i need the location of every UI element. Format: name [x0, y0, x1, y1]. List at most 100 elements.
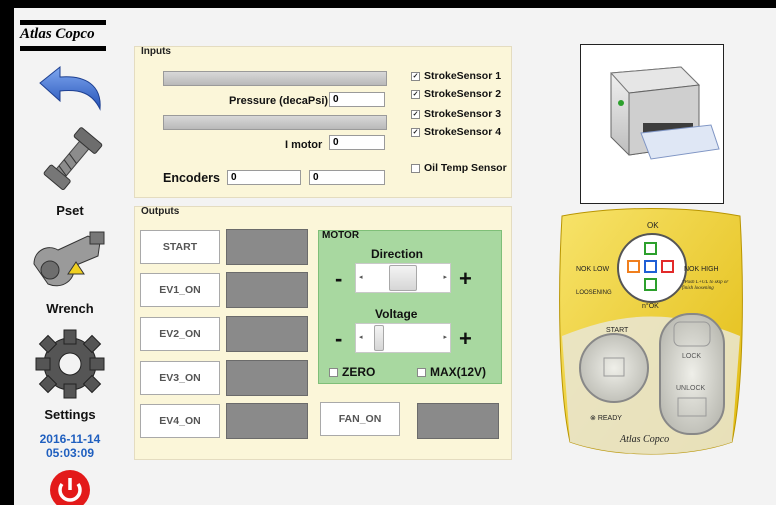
checkbox-label: StrokeSensor 4: [424, 126, 502, 138]
loosening-note: *Push L+UL to skip or finish loosening: [682, 280, 729, 291]
stroke-sensor-1-checkbox[interactable]: ✓ StrokeSensor 1: [411, 70, 501, 82]
stroke-sensor-4-checkbox[interactable]: ✓ StrokeSensor 4: [411, 126, 501, 138]
nok-high-label: NOK HIGH: [684, 266, 719, 273]
checkbox-label: MAX(12V): [430, 365, 487, 379]
slider-right-arrow: ▸: [443, 274, 447, 281]
sidebar-item-label: Settings: [44, 407, 96, 422]
slider-left-arrow: ◂: [359, 274, 363, 281]
voltage-slider[interactable]: ◂ ▸: [355, 323, 451, 353]
motor-title: MOTOR: [322, 230, 360, 241]
direction-label: Direction: [371, 247, 424, 261]
sidebar-item-label: Wrench: [46, 301, 94, 316]
start-indicator: [226, 229, 308, 265]
wrench-icon: [33, 231, 105, 287]
time-text: 05:03:09: [45, 446, 95, 460]
start-button[interactable]: START: [140, 230, 220, 264]
sidebar: Atlas Copco Pset Wrench Settings 2016-11…: [14, 8, 126, 505]
imotor-bar: [163, 115, 387, 130]
voltage-plus-button[interactable]: +: [459, 328, 472, 350]
voltage-thumb[interactable]: [374, 325, 384, 351]
logo-rule-top: [20, 20, 106, 25]
date-text: 2016-11-14: [39, 432, 101, 446]
sidebar-item-wrench[interactable]: Wrench: [14, 226, 126, 316]
outputs-title: Outputs: [141, 206, 180, 217]
ev4-indicator: [226, 403, 308, 439]
top-bar: [0, 0, 776, 8]
encoders-label: Encoders: [163, 171, 220, 185]
unlock-label: UNLOCK: [676, 385, 706, 392]
encoder-2-field[interactable]: 0: [309, 170, 385, 185]
ev4-on-button[interactable]: EV4_ON: [140, 404, 220, 438]
sidebar-item-settings[interactable]: Settings: [14, 326, 126, 422]
back-button[interactable]: [14, 63, 126, 118]
checkbox-mark: ✓: [411, 89, 420, 99]
encoder-1-field[interactable]: 0: [227, 170, 301, 185]
datetime: 2016-11-14 05:03:09: [14, 432, 126, 460]
ok-label: OK: [647, 221, 659, 230]
stroke-sensor-2-checkbox[interactable]: ✓ StrokeSensor 2: [411, 88, 501, 100]
brand-logo: Atlas Copco: [20, 26, 95, 42]
checkbox-label: Oil Temp Sensor: [424, 162, 507, 174]
printer-icon: [609, 66, 720, 160]
power-icon: [50, 470, 90, 505]
checkbox-label: StrokeSensor 2: [424, 88, 502, 100]
direction-minus-button[interactable]: -: [335, 268, 342, 290]
direction-thumb[interactable]: [389, 265, 417, 291]
ev2-indicator: [226, 316, 308, 352]
oil-temp-checkbox[interactable]: Oil Temp Sensor: [411, 162, 507, 174]
power-button[interactable]: [14, 466, 126, 505]
checkbox-mark: ✓: [411, 71, 420, 81]
sidebar-item-label: Pset: [56, 203, 84, 218]
lock-label: LOCK: [682, 353, 701, 360]
imotor-label: I motor: [285, 139, 323, 151]
direction-plus-button[interactable]: +: [459, 268, 472, 290]
back-arrow-icon: [39, 65, 101, 111]
checkbox-mark: [329, 367, 338, 377]
sidebar-item-pset[interactable]: Pset: [14, 126, 126, 218]
logo-rule-bottom: [20, 46, 106, 51]
stroke-sensor-3-checkbox[interactable]: ✓ StrokeSensor 3: [411, 108, 501, 120]
pressure-bar: [163, 71, 387, 86]
max-checkbox[interactable]: MAX(12V): [417, 365, 486, 379]
app-window: Atlas Copco Pset Wrench Settings 2016-11…: [0, 0, 776, 505]
print-button[interactable]: [580, 44, 724, 204]
remote-brand: Atlas Copco: [619, 434, 669, 445]
imotor-field[interactable]: 0: [329, 135, 385, 150]
fan-indicator: [417, 403, 499, 439]
checkbox-mark: [411, 163, 420, 173]
loosening-label: LOOSENING: [576, 290, 612, 296]
checkbox-mark: [417, 367, 426, 377]
ready-text: READY: [598, 415, 622, 422]
motor-panel: MOTOR Direction - ◂ ▸ + Voltage - ◂ ▸ + …: [318, 230, 502, 384]
checkbox-label: ZERO: [342, 365, 376, 379]
ready-label: ⊗ READY: [590, 415, 622, 422]
nok-low-label: NOK LOW: [576, 266, 609, 273]
zero-checkbox[interactable]: ZERO: [329, 365, 375, 379]
slider-left-arrow: ◂: [359, 334, 363, 341]
ev1-indicator: [226, 272, 308, 308]
left-border: [0, 0, 14, 505]
start-label: START: [606, 327, 629, 334]
checkbox-label: StrokeSensor 3: [424, 108, 502, 120]
voltage-minus-button[interactable]: -: [335, 328, 342, 350]
checkbox-label: StrokeSensor 1: [424, 70, 502, 82]
ev2-on-button[interactable]: EV2_ON: [140, 317, 220, 351]
pressure-label: Pressure (decaPsi): [229, 95, 329, 107]
start-button-remote[interactable]: [579, 333, 649, 403]
ev3-on-button[interactable]: EV3_ON: [140, 361, 220, 395]
remote-control: OK NOK LOW NOK HIGH LOOSENING n°OK *Push…: [559, 208, 743, 455]
pressure-field[interactable]: 0: [329, 92, 385, 107]
voltage-label: Voltage: [375, 307, 418, 321]
ev3-indicator: [226, 360, 308, 396]
slider-right-arrow: ▸: [443, 334, 447, 341]
inputs-title: Inputs: [141, 46, 171, 57]
bolt-icon: [43, 127, 103, 190]
inputs-panel: Inputs Pressure (decaPsi) 0 I motor 0 En…: [134, 46, 512, 198]
fan-on-button[interactable]: FAN_ON: [320, 402, 400, 436]
direction-slider[interactable]: ◂ ▸: [355, 263, 451, 293]
checkbox-mark: ✓: [411, 127, 420, 137]
gear-icon: [35, 329, 105, 399]
loosening-note-text: *Push L+UL to skip or finish loosening: [682, 280, 729, 291]
ev1-on-button[interactable]: EV1_ON: [140, 273, 220, 307]
n-ok-label: n°OK: [642, 302, 659, 310]
